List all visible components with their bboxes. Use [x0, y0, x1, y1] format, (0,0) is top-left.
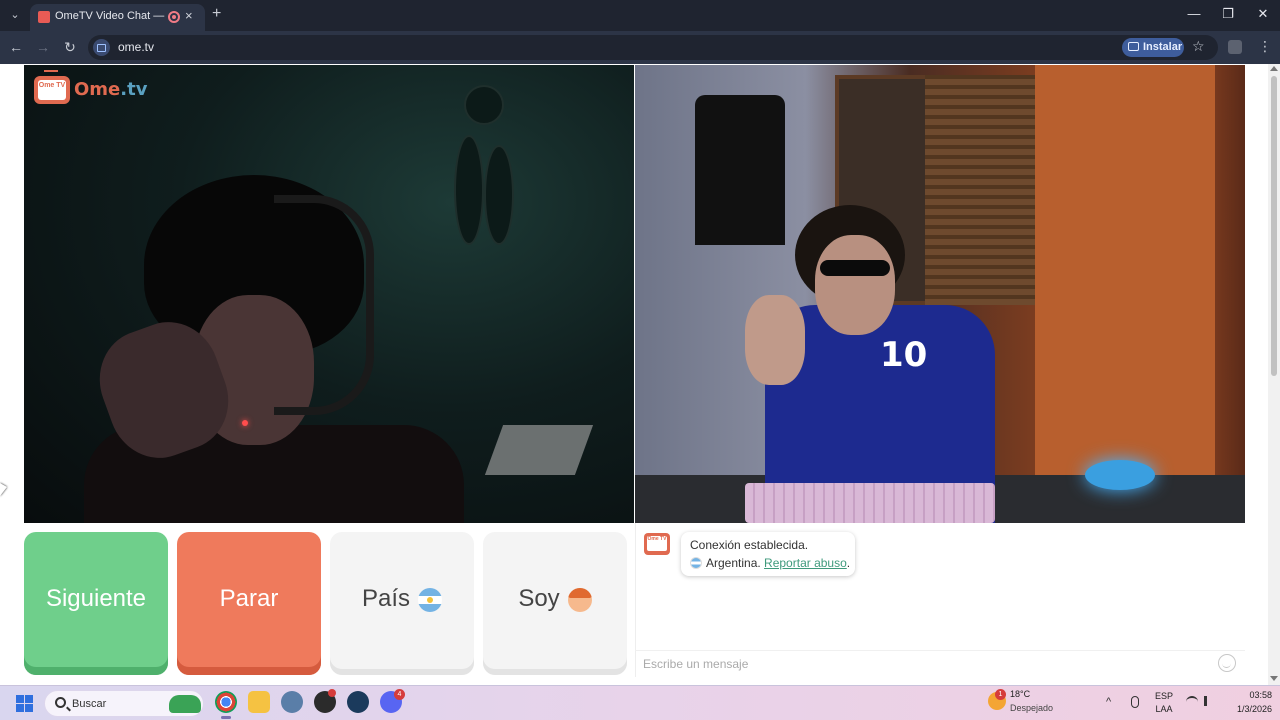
smiley-icon[interactable] — [1218, 654, 1236, 672]
scrollbar-thumb[interactable] — [1271, 76, 1277, 376]
tab-close-button[interactable]: × — [185, 8, 193, 23]
steam-icon[interactable] — [347, 691, 369, 713]
url-text: ome.tv — [118, 40, 155, 54]
new-tab-button[interactable]: + — [212, 5, 221, 23]
wall-plate — [464, 85, 504, 125]
argentina-flag-icon — [418, 587, 443, 612]
page-scrollbar[interactable] — [1268, 64, 1280, 685]
tab-title: OmeTV Video Chat — Ome — [55, 10, 165, 22]
report-suffix: . — [846, 556, 851, 570]
clock-date[interactable]: 1/3/2026 — [1222, 704, 1272, 714]
windows-taskbar: Buscar — [0, 685, 1280, 720]
gender-select-button[interactable]: Soy — [483, 532, 627, 675]
country-filter-button[interactable]: País — [330, 532, 474, 675]
search-highlight-art — [169, 695, 201, 713]
video-camera-icon[interactable] — [93, 39, 110, 56]
ometv-favicon-icon — [38, 11, 50, 23]
logo-tv-text: Ome TV — [38, 80, 66, 100]
jersey-number: 10 — [880, 335, 928, 375]
maximize-button[interactable]: ❐ — [1218, 6, 1238, 22]
stop-button[interactable]: Parar — [177, 532, 321, 675]
mic-light — [242, 420, 248, 426]
argentina-flag-icon — [690, 557, 702, 569]
desk-object — [484, 425, 594, 475]
extension-icon[interactable] — [1228, 40, 1242, 54]
system-message-bubble: Conexión establecida. Argentina. Reporta… — [681, 532, 855, 576]
wifi-icon[interactable] — [1186, 696, 1198, 704]
logo-brand-suffix: .tv — [120, 79, 148, 100]
reload-button[interactable]: ↻ — [62, 39, 78, 56]
speaker-icon[interactable] — [1204, 696, 1212, 706]
sunglasses — [820, 260, 890, 276]
obs-recording-dot — [328, 689, 336, 697]
wooden-door — [1035, 65, 1215, 523]
message-placeholder: Escribe un mensaje — [643, 657, 749, 671]
install-app-button[interactable]: Instalar — [1122, 38, 1184, 57]
report-abuse-link[interactable]: Reportar abuso — [764, 556, 847, 570]
partner-country-line: Argentina. Reportar abuso. — [690, 556, 850, 570]
ometv-chat-icon: Ome TV — [644, 533, 670, 555]
browser-tab-ometv[interactable]: OmeTV Video Chat — Ome × — [30, 4, 205, 31]
self-video: 10 — [635, 65, 1245, 523]
back-button[interactable]: ← — [8, 39, 24, 55]
glowing-mouse — [1085, 460, 1155, 490]
weather-description[interactable]: Despejado — [1010, 703, 1053, 713]
settings-icon[interactable] — [281, 691, 303, 713]
taskbar-search[interactable]: Buscar — [44, 690, 204, 717]
next-button[interactable]: Siguiente — [24, 532, 168, 675]
install-label: Instalar — [1143, 41, 1183, 53]
tab-search-button[interactable]: ⌄ — [6, 6, 24, 24]
window-shutter — [925, 75, 1035, 305]
bookmark-star-icon[interactable]: ☆ — [1192, 38, 1205, 55]
headset — [274, 195, 374, 415]
chrome-active-indicator — [221, 716, 231, 719]
tray-overflow-chevron-icon[interactable]: ^ — [1106, 696, 1111, 708]
logo-brand-main: Ome — [74, 79, 121, 100]
browser-menu-icon[interactable]: ⋮ — [1258, 38, 1272, 55]
chrome-icon[interactable] — [215, 691, 237, 713]
stranger-video — [24, 65, 634, 523]
person-face — [815, 235, 895, 335]
person-hand — [745, 295, 805, 385]
chat-logo-text: Ome TV — [647, 536, 667, 551]
close-window-button[interactable]: ✕ — [1253, 6, 1273, 22]
install-app-icon — [1128, 42, 1139, 51]
minimize-button[interactable]: — — [1184, 6, 1204, 21]
browser-tab-bar: ⌄ OmeTV Video Chat — Ome × + — ❐ ✕ — [0, 0, 1280, 31]
country-label: País — [361, 585, 411, 612]
microphone-icon[interactable] — [1131, 696, 1139, 708]
file-explorer-icon[interactable] — [248, 691, 270, 713]
weather-badge: 1 — [995, 689, 1006, 700]
browser-toolbar: ← → ↻ ome.tv — [0, 31, 1280, 64]
weather-temperature[interactable]: 18°C — [1010, 689, 1030, 699]
stop-label: Parar — [219, 585, 279, 612]
search-placeholder: Buscar — [72, 698, 107, 710]
partner-country: Argentina. — [706, 556, 761, 570]
windows-start-icon[interactable] — [16, 695, 33, 712]
scroll-down-arrow-icon[interactable] — [1270, 676, 1278, 681]
wall-plate — [484, 145, 514, 245]
logo-tv-icon: Ome TV — [34, 76, 70, 104]
next-label: Siguiente — [45, 585, 147, 612]
address-bar[interactable]: ome.tv — [88, 35, 1218, 60]
ometv-logo[interactable]: Ome TV Ome.tv — [34, 70, 147, 106]
message-input[interactable]: Escribe un mensaje — [635, 650, 1245, 677]
wall-plate — [454, 135, 484, 245]
clock-time[interactable]: 03:58 — [1222, 690, 1272, 700]
logo-wordmark: Ome.tv — [74, 79, 147, 100]
mouse-cursor-icon — [0, 483, 7, 496]
recording-indicator-icon — [168, 11, 180, 23]
discord-badge: 4 — [394, 689, 405, 700]
keyboard-layout[interactable]: LAA — [1152, 704, 1176, 714]
rgb-keyboard — [745, 483, 995, 523]
boy-avatar-icon — [567, 587, 592, 612]
forward-button[interactable]: → — [35, 39, 51, 55]
hanging-shirt — [695, 95, 785, 245]
scroll-up-arrow-icon[interactable] — [1270, 66, 1278, 71]
input-language[interactable]: ESP — [1152, 691, 1176, 701]
soy-label: Soy — [518, 585, 560, 612]
connection-status: Conexión establecida. — [690, 538, 809, 552]
search-icon — [55, 697, 66, 708]
